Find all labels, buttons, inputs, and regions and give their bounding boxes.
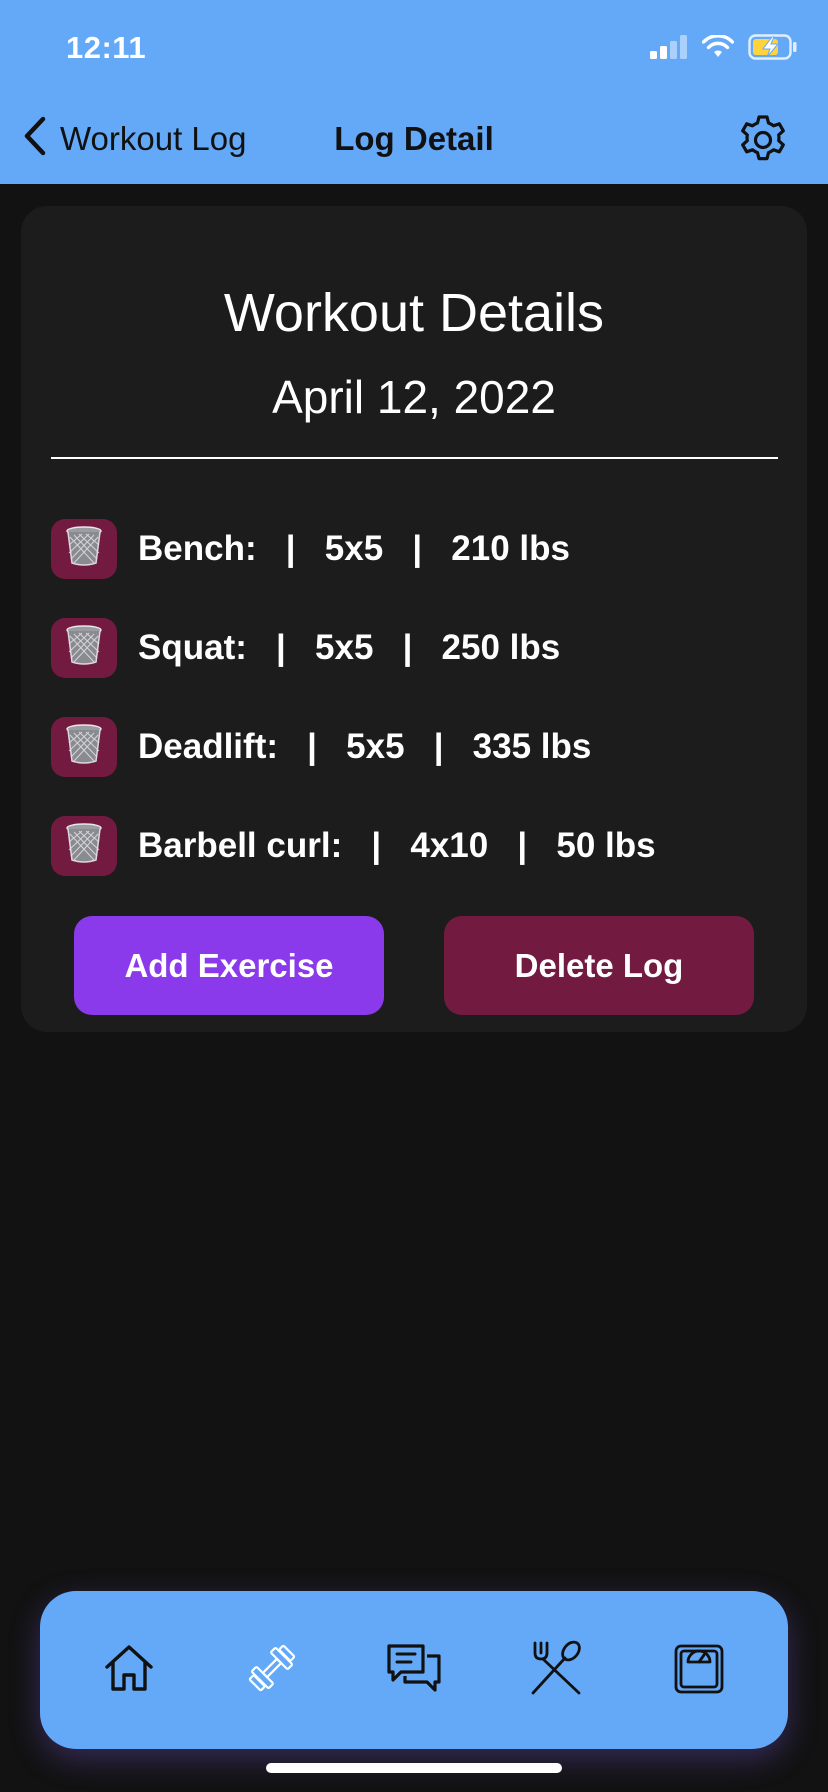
tab-nutrition[interactable] [511, 1625, 601, 1715]
chat-icon [385, 1640, 443, 1701]
exercise-list: Bench: | 5x5 | 210 lbs Squat: | 5x5 | 25… [51, 499, 778, 895]
exercise-text: Bench: | 5x5 | 210 lbs [138, 528, 570, 568]
exercise-text: Squat: | 5x5 | 250 lbs [138, 627, 561, 667]
exercise-text: Deadlift: | 5x5 | 335 lbs [138, 726, 592, 766]
trash-can-icon [64, 723, 104, 770]
workout-details-card: Workout Details April 12, 2022 Bench: | [21, 206, 807, 1032]
trash-can-icon [64, 822, 104, 869]
delete-exercise-button[interactable] [51, 617, 117, 678]
exercise-row: Squat: | 5x5 | 250 lbs [51, 598, 778, 697]
add-exercise-button[interactable]: Add Exercise [74, 916, 384, 1015]
fork-spoon-icon [527, 1639, 585, 1702]
dumbbell-icon [244, 1640, 300, 1701]
tab-bar [40, 1591, 788, 1749]
delete-exercise-button[interactable] [51, 716, 117, 777]
delete-exercise-button[interactable] [51, 815, 117, 876]
tab-home[interactable] [84, 1625, 174, 1715]
battery-charging-icon [748, 34, 798, 65]
exercise-text: Barbell curl: | 4x10 | 50 lbs [138, 825, 656, 865]
home-indicator [266, 1763, 562, 1773]
back-button[interactable]: Workout Log [22, 116, 247, 161]
header: 12:11 Workout Log Log Detail [0, 0, 828, 184]
card-title: Workout Details [223, 283, 605, 343]
status-icons [650, 34, 798, 65]
settings-button[interactable] [736, 113, 790, 172]
workout-date: April 12, 2022 [272, 371, 556, 423]
scale-icon [671, 1640, 727, 1701]
trash-can-icon [64, 624, 104, 671]
delete-exercise-button[interactable] [51, 518, 117, 579]
wifi-icon [701, 34, 735, 64]
tab-messages[interactable] [369, 1625, 459, 1715]
divider [51, 457, 778, 459]
exercise-row: Deadlift: | 5x5 | 335 lbs [51, 697, 778, 796]
trash-can-icon [64, 525, 104, 572]
exercise-row: Barbell curl: | 4x10 | 50 lbs [51, 796, 778, 895]
tab-workouts[interactable] [227, 1625, 317, 1715]
back-button-label: Workout Log [60, 119, 247, 157]
delete-log-button[interactable]: Delete Log [444, 916, 754, 1015]
tab-weight[interactable] [654, 1625, 744, 1715]
status-time: 12:11 [66, 30, 147, 65]
exercise-row: Bench: | 5x5 | 210 lbs [51, 499, 778, 598]
cellular-signal-icon [650, 35, 688, 64]
chevron-left-icon [22, 116, 48, 161]
gear-icon [736, 115, 790, 171]
home-icon [101, 1640, 157, 1701]
